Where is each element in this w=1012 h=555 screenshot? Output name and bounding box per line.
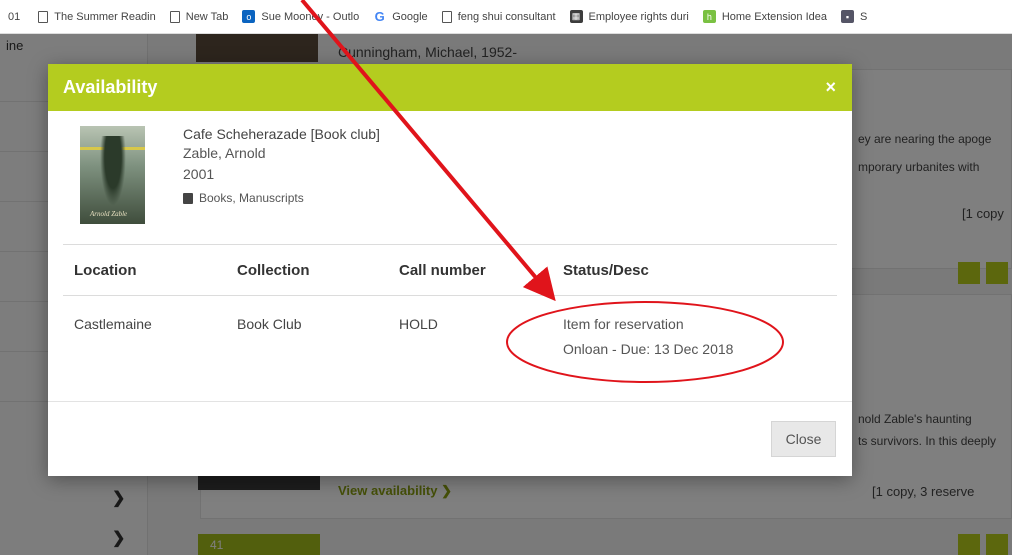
book-year: 2001: [183, 166, 215, 182]
column-header-status: Status/Desc: [563, 262, 649, 279]
book-cover: Arnold Zable: [80, 126, 145, 224]
book-title: Cafe Scheherazade [Book club]: [183, 126, 380, 142]
cell-collection: Book Club: [237, 316, 302, 332]
close-icon[interactable]: ×: [825, 77, 836, 98]
document-icon: [169, 10, 180, 23]
document-icon: [441, 10, 452, 23]
column-header-call-number: Call number: [399, 262, 486, 279]
bookmark-item[interactable]: h Home Extension Idea: [702, 10, 827, 23]
bookmark-item[interactable]: New Tab: [169, 10, 229, 23]
cell-call-number: HOLD: [399, 316, 438, 332]
bookmark-item[interactable]: 01: [8, 11, 20, 23]
dialog-header: Availability ×: [48, 64, 852, 111]
bookmark-label: New Tab: [185, 10, 229, 23]
close-button[interactable]: Close: [771, 421, 836, 457]
bookmark-label: The Summer Readin: [54, 10, 156, 23]
bookmark-item[interactable]: ▪ S: [841, 10, 867, 23]
dialog-title: Availability: [63, 77, 158, 97]
bookmark-label: Google: [392, 10, 428, 23]
column-header-collection: Collection: [237, 262, 310, 279]
cover-tree: [100, 136, 126, 206]
bookmark-label: Sue Mooney - Outlo: [261, 10, 360, 23]
column-header-location: Location: [74, 262, 137, 279]
book-summary: Arnold Zable Cafe Scheherazade [Book clu…: [64, 126, 836, 246]
outlook-icon: o: [242, 10, 256, 23]
bookmarks-bar: 01 The Summer Readin New Tab o Sue Moone…: [0, 0, 1012, 34]
bookmark-label: 01: [8, 10, 21, 23]
format-label: Books, Manuscripts: [199, 191, 304, 205]
cell-status: Item for reservation Onloan - Due: 13 De…: [563, 316, 733, 366]
houzz-icon: h: [702, 10, 716, 23]
book-author: Zable, Arnold: [183, 145, 266, 161]
status-line: Item for reservation: [563, 316, 684, 332]
book-details: Cafe Scheherazade [Book club] Zable, Arn…: [183, 126, 380, 205]
cover-caption: Arnold Zable: [90, 210, 128, 218]
bookmark-label: S: [860, 10, 868, 23]
bookmark-label: Employee rights duri: [588, 10, 689, 23]
bookmark-item[interactable]: o Sue Mooney - Outlo: [242, 10, 359, 23]
book-icon: [183, 192, 193, 204]
calendar-icon: ▦: [569, 10, 583, 23]
google-icon: G: [374, 9, 385, 24]
availability-dialog: Availability × Arnold Zable Cafe Scheher…: [48, 64, 852, 476]
bookmark-label: feng shui consultant: [457, 10, 556, 23]
document-icon: [38, 10, 49, 23]
bookmark-label: Home Extension Idea: [721, 10, 827, 23]
bookmark-item[interactable]: G Google: [373, 9, 428, 24]
status-line: Onloan - Due: 13 Dec 2018: [563, 341, 734, 357]
divider: [63, 295, 837, 296]
divider: [63, 244, 837, 245]
site-icon: ▪: [841, 10, 854, 23]
bookmark-item[interactable]: ▦ Employee rights duri: [569, 10, 689, 23]
bookmark-item[interactable]: feng shui consultant: [441, 10, 556, 23]
bookmark-item[interactable]: The Summer Readin: [38, 10, 156, 23]
divider: [48, 401, 852, 402]
cell-location: Castlemaine: [74, 316, 152, 332]
book-format: Books, Manuscripts: [183, 191, 380, 205]
